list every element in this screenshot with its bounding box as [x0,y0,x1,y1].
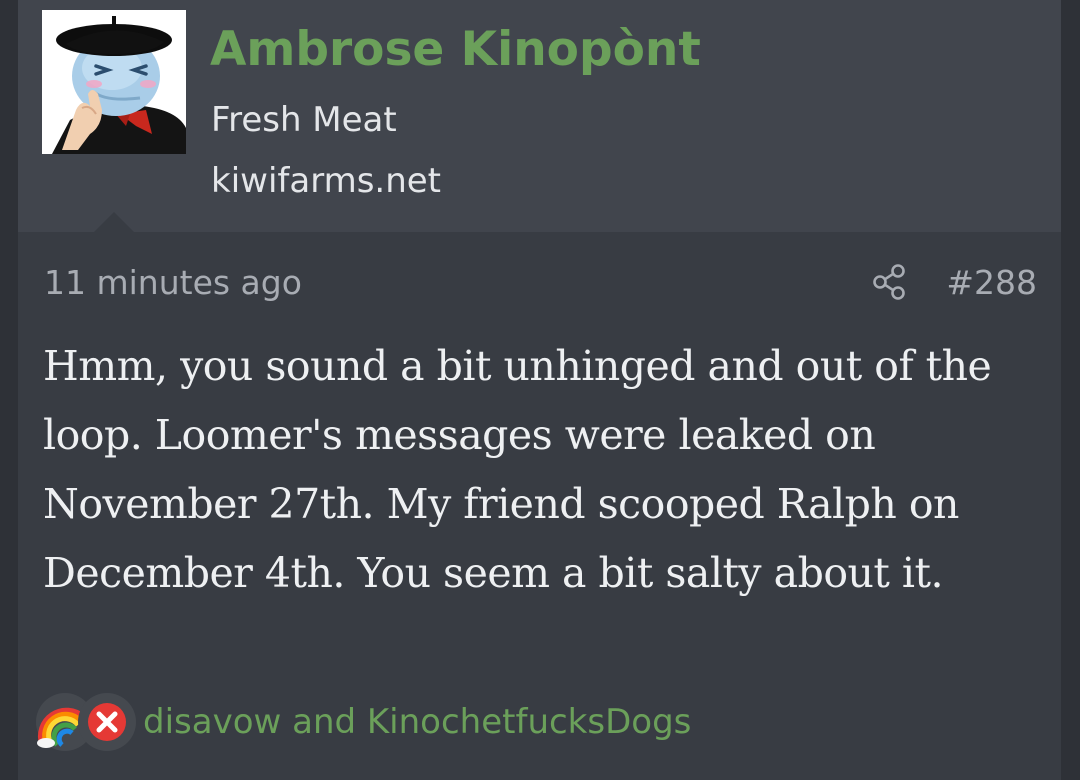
user-title: Fresh Meat [211,100,397,140]
user-site: kiwifarms.net [211,161,442,201]
username[interactable]: Ambrose Kinopònt [210,18,701,82]
beret-avatar-icon [42,10,186,154]
post-number-link[interactable]: #288 [946,259,1037,307]
reaction-disavow[interactable] [78,693,136,751]
post: Ambrose Kinopònt Fresh Meat kiwifarms.ne… [18,0,1061,780]
reaction-users-link[interactable]: disavow and KinochetfucksDogs [143,697,691,747]
disavow-x-icon [88,703,126,741]
post-message: Hmm, you sound a bit unhinged and out of… [43,342,992,597]
post-timestamp[interactable]: 11 minutes ago [44,259,302,307]
share-icon[interactable] [870,262,910,302]
user-header: Ambrose Kinopònt Fresh Meat kiwifarms.ne… [18,0,1061,232]
reactions-bar: disavow and KinochetfucksDogs [36,693,756,753]
header-arrow [94,212,134,232]
avatar[interactable] [42,10,186,154]
